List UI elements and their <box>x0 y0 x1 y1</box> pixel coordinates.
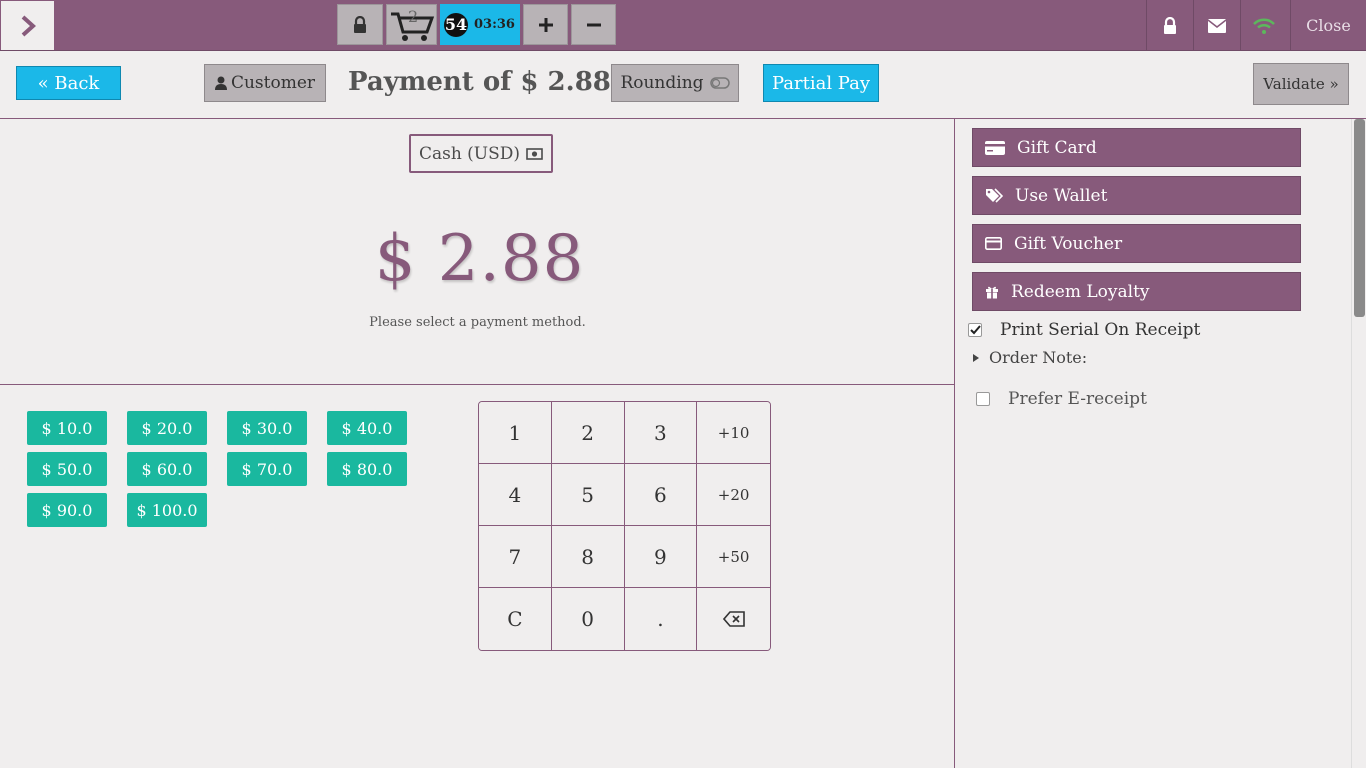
redeem-loyalty-button[interactable]: Redeem Loyalty <box>972 272 1301 311</box>
quick-amount-button[interactable]: $ 70.0 <box>227 452 307 486</box>
cart-count: 2 <box>408 7 419 26</box>
quick-amount-button[interactable]: $ 100.0 <box>127 493 207 527</box>
tags-icon <box>986 187 1003 203</box>
numpad-key-1[interactable]: 1 <box>479 402 552 464</box>
connection-status[interactable] <box>1240 0 1287 51</box>
use-wallet-label: Use Wallet <box>1015 185 1108 206</box>
scrollbar-thumb[interactable] <box>1354 119 1365 317</box>
backspace-icon <box>722 611 745 627</box>
numpad-key-9[interactable]: 9 <box>624 526 698 588</box>
order-tab[interactable]: 54 03:36 <box>440 4 520 45</box>
pane-divider <box>0 384 955 385</box>
minus-icon <box>586 23 601 26</box>
numpad-key-plus-10[interactable]: +10 <box>697 402 770 464</box>
gift-voucher-button[interactable]: Gift Voucher <box>972 224 1301 263</box>
numpad: 1 2 3 +10 4 5 6 +20 7 8 9 +50 C 0 . <box>478 401 771 651</box>
gift-icon <box>986 286 998 299</box>
numpad-key-backspace[interactable] <box>697 588 770 650</box>
payment-options-pane: Gift Card Use Wallet Gift Voucher Redeem… <box>956 119 1366 768</box>
quick-amount-button[interactable]: $ 80.0 <box>327 452 407 486</box>
prefer-ereceipt-label: Prefer E-receipt <box>1008 389 1147 409</box>
back-button[interactable]: « Back <box>16 66 121 100</box>
numpad-key-clear[interactable]: C <box>479 588 552 650</box>
validate-button[interactable]: Validate » <box>1253 63 1349 105</box>
numpad-key-2[interactable]: 2 <box>551 402 625 464</box>
rounding-toggle[interactable]: Rounding <box>611 64 739 102</box>
gift-voucher-label: Gift Voucher <box>1014 233 1123 254</box>
top-bar: 2 54 03:36 Close <box>0 0 1366 51</box>
quick-amount-button[interactable]: $ 50.0 <box>27 452 107 486</box>
numpad-key-0[interactable]: 0 <box>551 588 625 650</box>
redeem-loyalty-label: Redeem Loyalty <box>1011 281 1150 302</box>
add-order-button[interactable] <box>523 4 568 45</box>
order-number-badge: 54 <box>444 12 468 37</box>
payment-method-cash[interactable]: Cash (USD) <box>409 134 553 173</box>
prefer-ereceipt-checkbox[interactable] <box>976 392 990 406</box>
plus-icon <box>538 17 553 32</box>
order-note-label: Order Note: <box>989 348 1088 367</box>
quick-amount-button[interactable]: $ 60.0 <box>127 452 207 486</box>
use-wallet-button[interactable]: Use Wallet <box>972 176 1301 215</box>
print-serial-checkbox[interactable] <box>968 323 982 337</box>
print-serial-option: Print Serial On Receipt <box>968 320 1200 340</box>
amount-due: $ 2.88 <box>0 222 955 296</box>
credit-card-icon <box>985 140 1005 155</box>
numpad-key-7[interactable]: 7 <box>479 526 552 588</box>
lock-icon <box>354 15 366 33</box>
quick-amount-button[interactable]: $ 20.0 <box>127 411 207 445</box>
numpad-key-plus-50[interactable]: +50 <box>697 526 770 588</box>
menu-toggle-button[interactable] <box>1 1 54 50</box>
numpad-key-plus-20[interactable]: +20 <box>697 464 770 526</box>
gift-card-button[interactable]: Gift Card <box>972 128 1301 167</box>
numpad-key-4[interactable]: 4 <box>479 464 552 526</box>
amount-due-value: $ 2.88 <box>374 222 585 296</box>
partial-pay-button[interactable]: Partial Pay <box>763 64 879 102</box>
numpad-key-6[interactable]: 6 <box>624 464 698 526</box>
remove-order-button[interactable] <box>571 4 616 45</box>
lock-screen-button[interactable] <box>1146 0 1193 51</box>
page-title: Payment of $ 2.88 <box>348 67 611 97</box>
order-time: 03:36 <box>474 17 515 32</box>
customer-label: Customer <box>230 73 316 93</box>
gift-card-label: Gift Card <box>1017 137 1097 158</box>
credit-card-icon <box>985 237 1002 250</box>
quick-amount-button[interactable]: $ 90.0 <box>27 493 107 527</box>
lock-order-button[interactable] <box>337 4 383 45</box>
numpad-key-3[interactable]: 3 <box>624 402 698 464</box>
close-session-button[interactable]: Close <box>1290 0 1366 51</box>
sidebar-scrollbar[interactable] <box>1351 119 1366 768</box>
print-serial-label: Print Serial On Receipt <box>1000 320 1201 340</box>
payment-method-label: Cash (USD) <box>418 143 521 164</box>
customer-button[interactable]: Customer <box>204 64 326 102</box>
order-note-toggle[interactable]: Order Note: <box>972 348 1087 367</box>
quick-amount-button[interactable]: $ 10.0 <box>27 411 107 445</box>
quick-amount-button[interactable]: $ 30.0 <box>227 411 307 445</box>
quick-amount-button[interactable]: $ 40.0 <box>327 411 407 445</box>
rounding-label: Rounding <box>620 73 704 93</box>
prefer-ereceipt-option: Prefer E-receipt <box>976 389 1147 409</box>
lock-icon <box>1164 16 1176 34</box>
caret-right-icon <box>973 353 979 362</box>
money-bill-icon <box>526 147 543 160</box>
numpad-key-8[interactable]: 8 <box>551 526 625 588</box>
wifi-icon <box>1253 18 1275 34</box>
checkmark-icon <box>969 325 981 335</box>
envelope-icon <box>1208 18 1226 33</box>
numpad-key-5[interactable]: 5 <box>551 464 625 526</box>
payment-hint: Please select a payment method. <box>369 315 586 330</box>
chevron-right-icon <box>21 15 36 36</box>
messages-button[interactable] <box>1193 0 1240 51</box>
toggle-off-icon <box>709 77 730 89</box>
user-icon <box>214 76 227 90</box>
numpad-key-decimal[interactable]: . <box>624 588 698 650</box>
cart-button[interactable]: 2 <box>386 4 437 45</box>
